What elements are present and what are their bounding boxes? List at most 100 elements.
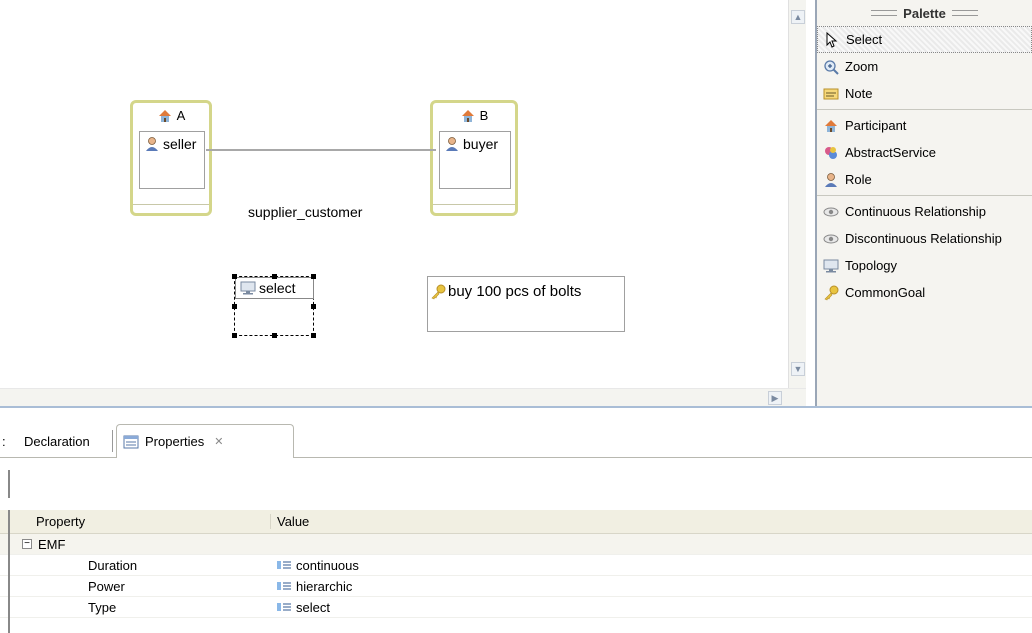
tab-properties-label: Properties: [145, 434, 205, 449]
palette-item-participant[interactable]: Participant: [817, 112, 1032, 139]
palette-item-label: Role: [845, 172, 872, 187]
participant-a-header: A: [133, 103, 209, 128]
property-value: hierarchic: [296, 578, 353, 594]
palette-item-label: Zoom: [845, 59, 879, 74]
palette-item-label: Discontinuous Relationship: [845, 231, 1002, 246]
palette-item-topology[interactable]: Topology: [817, 252, 1032, 279]
selection-handle[interactable]: [311, 274, 316, 279]
property-value: select: [296, 599, 330, 615]
topology-header: select: [235, 277, 314, 299]
role-seller[interactable]: seller: [140, 132, 204, 152]
key-icon: [431, 284, 446, 299]
palette-item-note[interactable]: Note: [817, 80, 1032, 107]
palette-item-select[interactable]: Select: [817, 26, 1032, 53]
table-row[interactable]: Duration continuous: [0, 555, 1032, 576]
relationship-connection[interactable]: [206, 149, 436, 151]
diagram-canvas[interactable]: A seller B buyer supplier_customer selec…: [0, 0, 788, 388]
property-value-cell[interactable]: hierarchic: [270, 578, 1032, 594]
palette-item-label: Participant: [845, 118, 907, 133]
tab-separator: [112, 430, 113, 452]
participant-b[interactable]: B buyer: [430, 100, 518, 216]
group-cell: − EMF: [0, 537, 270, 552]
monitor-icon: [823, 259, 839, 272]
property-name: Type: [88, 599, 117, 615]
role-compartment-a[interactable]: seller: [139, 131, 205, 189]
properties-table: Property Value − EMF Duration continuous…: [0, 510, 1032, 618]
property-value: continuous: [296, 557, 359, 573]
person-icon: [146, 137, 158, 151]
enum-value-icon: [277, 603, 291, 611]
topology-node[interactable]: select: [232, 274, 316, 338]
scroll-down-icon[interactable]: ▼: [791, 362, 805, 376]
palette-item-label: Note: [845, 86, 873, 101]
column-header-property[interactable]: Property: [0, 514, 270, 529]
note-icon: [823, 88, 839, 99]
palette-title[interactable]: Palette: [817, 0, 1032, 26]
palette-item-label: Topology: [845, 258, 898, 273]
selection-handle[interactable]: [232, 304, 237, 309]
person-icon: [446, 137, 458, 151]
participant-a[interactable]: A seller: [130, 100, 212, 216]
scroll-up-icon[interactable]: ▲: [791, 10, 805, 24]
collapse-icon[interactable]: −: [22, 539, 32, 549]
canvas-vertical-scrollbar[interactable]: ▲ ▼: [788, 0, 806, 388]
palette-item-label: Continuous Relationship: [845, 204, 986, 219]
house-icon: [461, 109, 474, 122]
service-icon: [825, 146, 837, 159]
palette-item-discontinuous-relationship[interactable]: Discontinuous Relationship: [817, 225, 1032, 252]
key-icon: [824, 285, 839, 300]
view-tab-bar: : Declaration Properties ✕: [0, 418, 1032, 458]
palette-item-zoom[interactable]: Zoom: [817, 53, 1032, 80]
participant-b-header: B: [433, 103, 515, 128]
selection-handle[interactable]: [311, 333, 316, 338]
palette-item-commongoal[interactable]: CommonGoal: [817, 279, 1032, 306]
selection-handle[interactable]: [272, 274, 277, 279]
role-buyer-label: buyer: [463, 136, 499, 152]
selection-handle[interactable]: [232, 274, 237, 279]
editor-divider[interactable]: [0, 406, 1032, 412]
tab-properties[interactable]: Properties ✕: [116, 424, 294, 458]
property-value-cell[interactable]: continuous: [270, 557, 1032, 573]
house-icon: [825, 119, 837, 132]
tab-declaration-label: Declaration: [24, 433, 90, 449]
grip-icon: [951, 10, 978, 16]
arrow-cursor-icon: [826, 31, 838, 48]
tab-previous-label: :: [2, 433, 6, 449]
person-icon: [825, 172, 837, 187]
participant-a-divider: [133, 204, 209, 205]
group-label: EMF: [38, 536, 66, 552]
palette: Palette Select Zoom Note Participant Abs…: [815, 0, 1032, 410]
table-row[interactable]: Power hierarchic: [0, 576, 1032, 597]
column-header-value[interactable]: Value: [270, 514, 1032, 529]
tab-declaration[interactable]: Declaration: [18, 424, 96, 458]
common-goal-node[interactable]: buy 100 pcs of bolts: [427, 276, 625, 332]
palette-item-abstractservice[interactable]: AbstractService: [817, 139, 1032, 166]
monitor-icon: [240, 281, 256, 295]
canvas-horizontal-scrollbar[interactable]: ▶: [0, 388, 806, 406]
participant-a-name: A: [176, 108, 186, 123]
common-goal-label: buy 100 pcs of bolts: [448, 283, 582, 300]
relationship-label[interactable]: supplier_customer: [248, 204, 362, 220]
role-compartment-b[interactable]: buyer: [439, 131, 511, 189]
palette-title-label: Palette: [903, 5, 946, 21]
property-name: Duration: [88, 557, 138, 573]
common-goal-header: buy 100 pcs of bolts: [428, 277, 624, 306]
close-icon[interactable]: ✕: [214, 435, 223, 448]
property-name: Power: [88, 578, 125, 594]
scroll-right-icon[interactable]: ▶: [768, 391, 782, 405]
eye-icon: [823, 207, 839, 216]
tab-previous[interactable]: :: [0, 424, 8, 458]
palette-item-role[interactable]: Role: [817, 166, 1032, 193]
table-row[interactable]: Type select: [0, 597, 1032, 618]
role-buyer[interactable]: buyer: [440, 132, 510, 152]
property-value-cell[interactable]: select: [270, 599, 1032, 615]
selection-handle[interactable]: [232, 333, 237, 338]
left-gutter: [8, 510, 10, 633]
properties-icon: [123, 435, 139, 448]
palette-item-continuous-relationship[interactable]: Continuous Relationship: [817, 198, 1032, 225]
table-row-group[interactable]: − EMF: [0, 534, 1032, 555]
selection-handle[interactable]: [311, 304, 316, 309]
selection-handle[interactable]: [272, 333, 277, 338]
enum-value-icon: [277, 582, 291, 590]
eye-icon: [823, 234, 839, 243]
